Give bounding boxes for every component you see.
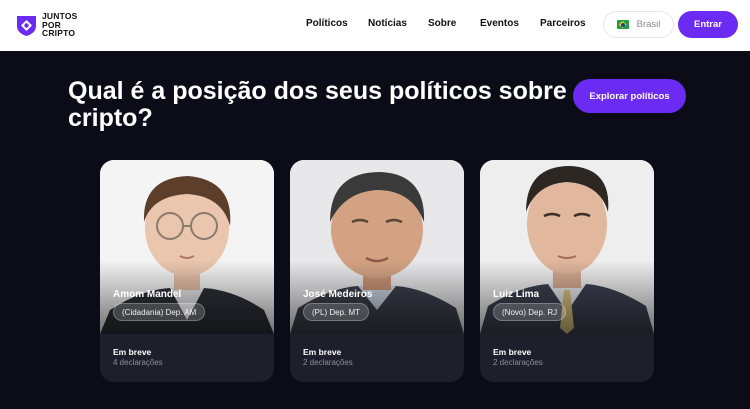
card-footer: Em breve 4 declarações xyxy=(100,334,274,382)
nav-eventos[interactable]: Eventos xyxy=(480,18,519,29)
card-footer: Em breve 2 declarações xyxy=(290,334,464,382)
politician-card[interactable]: Amom Mandel (Cidadania) Dep. AM Em breve… xyxy=(100,160,274,382)
login-button[interactable]: Entrar xyxy=(678,11,738,38)
politician-card[interactable]: José Medeiros (PL) Dep. MT Em breve 2 de… xyxy=(290,160,464,382)
declarations-count: 2 declarações xyxy=(303,358,353,367)
language-label: Brasil xyxy=(636,19,661,30)
nav-politicos[interactable]: Políticos xyxy=(306,18,348,29)
page-title: Qual é a posição dos seus políticos sobr… xyxy=(68,77,567,132)
card-footer: Em breve 2 declarações xyxy=(480,334,654,382)
status-text: Em breve xyxy=(113,347,152,357)
declarations-count: 4 declarações xyxy=(113,358,163,367)
politician-name: José Medeiros xyxy=(303,289,373,300)
declarations-count: 2 declarações xyxy=(493,358,543,367)
language-selector[interactable]: Brasil xyxy=(603,11,674,38)
brazil-flag-icon xyxy=(616,20,629,29)
politician-card[interactable]: Luiz Lima (Novo) Dep. RJ Em breve 2 decl… xyxy=(480,160,654,382)
nav-noticias[interactable]: Notícias xyxy=(368,18,407,29)
explore-politicians-button[interactable]: Explorar políticos xyxy=(573,79,686,113)
site-header: JUNTOS POR CRIPTO Políticos Notícias Sob… xyxy=(0,0,750,51)
nav-sobre[interactable]: Sobre xyxy=(428,18,456,29)
party-badge: (Cidadania) Dep. AM xyxy=(113,303,206,321)
nav-parceiros[interactable]: Parceiros xyxy=(540,18,586,29)
party-badge: (PL) Dep. MT xyxy=(303,303,370,321)
politician-name: Amom Mandel xyxy=(113,289,182,300)
party-badge: (Novo) Dep. RJ xyxy=(493,303,567,321)
status-text: Em breve xyxy=(493,347,532,357)
status-text: Em breve xyxy=(303,347,342,357)
politician-name: Luiz Lima xyxy=(493,289,540,300)
